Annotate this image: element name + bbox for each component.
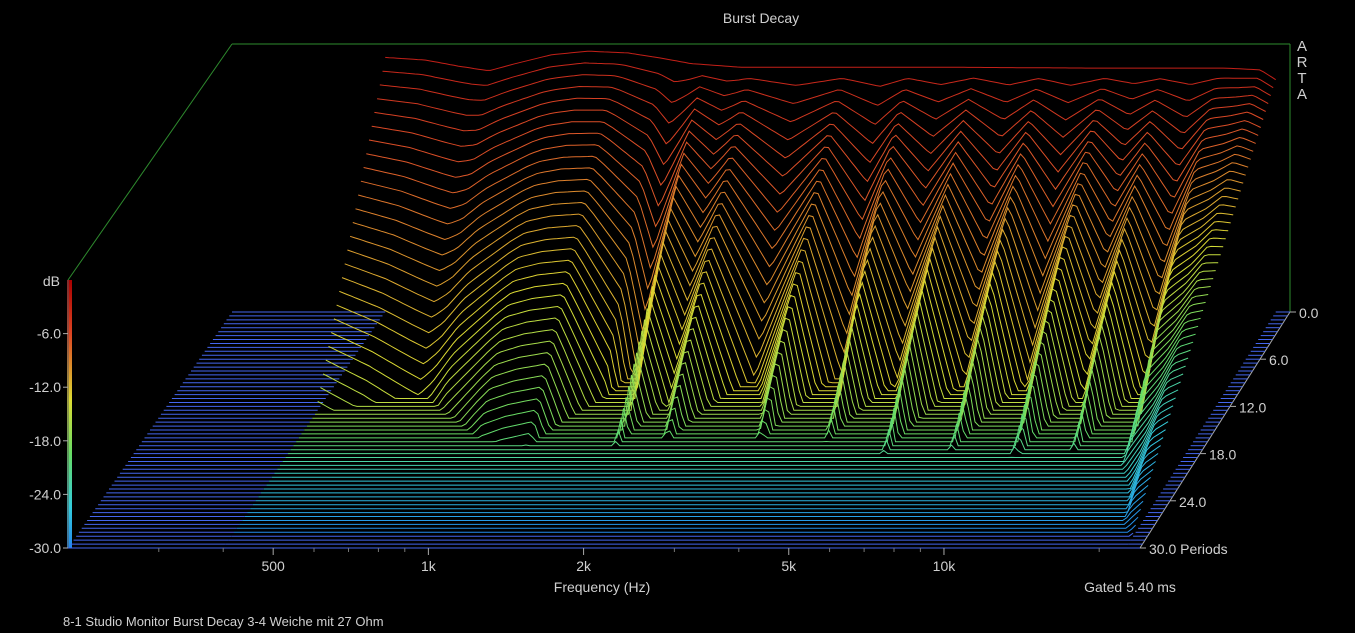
burst-decay-chart: Burst Decay Frequency (Hz) Gated 5.40 ms…: [29, 10, 1319, 629]
arta-watermark: ARTA: [1297, 38, 1308, 103]
period-tick-label: 24.0: [1179, 494, 1206, 510]
z-tick-label: -24.0: [29, 486, 61, 502]
z-tick-label: -18.0: [29, 433, 61, 449]
decay-slice: [231, 532, 1134, 537]
x-tick-label: 2k: [576, 558, 592, 574]
z-tick-label: -30.0: [29, 540, 61, 556]
x-tick-label: 5k: [781, 558, 797, 574]
z-tick-label: -12.0: [29, 379, 61, 395]
gating-label: Gated 5.40 ms: [1084, 579, 1176, 595]
chart-title: Burst Decay: [723, 10, 799, 26]
period-tick-label: 18.0: [1209, 447, 1236, 463]
period-tick-label: 12.0: [1239, 399, 1266, 415]
x-tick-label: 1k: [421, 558, 437, 574]
z-axis-label: dB: [43, 273, 60, 289]
period-tick-label: 0.0: [1299, 305, 1319, 321]
decay-traces: [223, 50, 1276, 549]
period-tick-label: 6.0: [1269, 352, 1289, 368]
x-axis-label: Frequency (Hz): [554, 579, 650, 595]
z-tick-label: -6.0: [37, 326, 61, 342]
x-tick-label: 500: [261, 558, 285, 574]
frame-left-top-edge: [67, 43, 233, 281]
period-tick-label: 30.0 Periods: [1149, 541, 1228, 557]
x-tick-label: 10k: [933, 558, 957, 574]
caption: 8-1 Studio Monitor Burst Decay 3-4 Weich…: [63, 614, 384, 629]
